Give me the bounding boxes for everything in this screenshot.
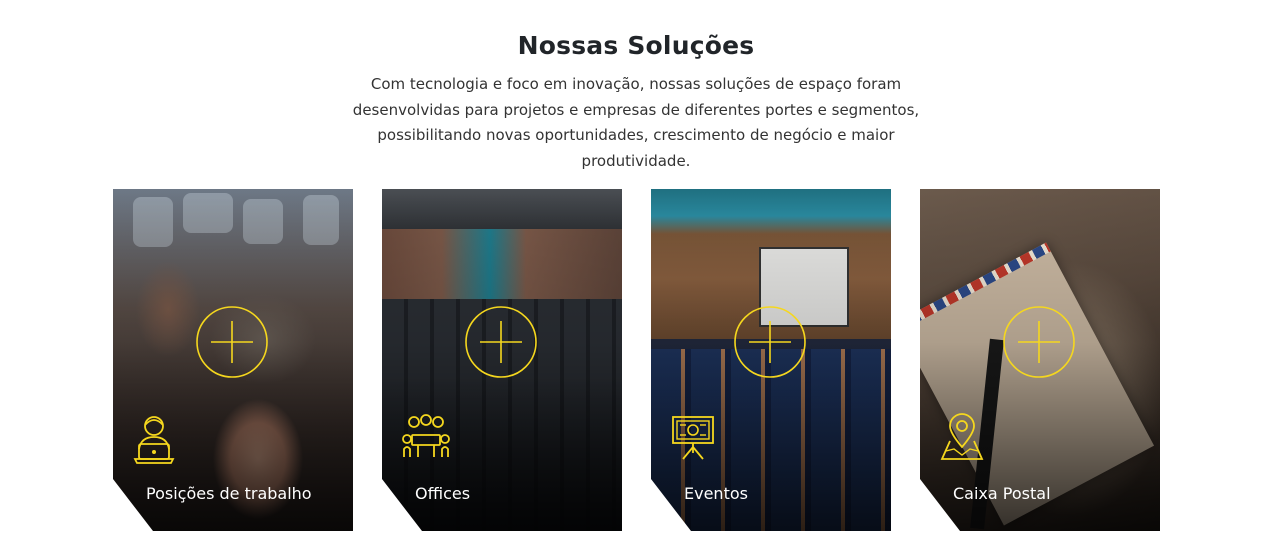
- team-meeting-icon: [402, 414, 450, 457]
- card-caixa-postal[interactable]: Caixa Postal: [920, 189, 1160, 531]
- card-label: Posições de trabalho: [146, 484, 312, 503]
- map-pin-icon: [940, 413, 984, 460]
- solutions-section: Nossas Soluções Com tecnologia e foco em…: [0, 0, 1272, 538]
- plus-circle-icon[interactable]: [1002, 305, 1076, 379]
- card-label: Caixa Postal: [953, 484, 1051, 503]
- card-label: Eventos: [684, 484, 748, 503]
- presentation-board-icon: [672, 416, 714, 460]
- section-title: Nossas Soluções: [517, 31, 755, 60]
- card-eventos[interactable]: Eventos: [651, 189, 891, 531]
- plus-circle-icon[interactable]: [733, 305, 807, 379]
- person-laptop-icon: [133, 416, 175, 464]
- section-description: Com tecnologia e foco em inovação, nossa…: [352, 75, 920, 170]
- card-posicoes-de-trabalho[interactable]: Posições de trabalho: [113, 189, 353, 531]
- card-label: Offices: [415, 484, 471, 503]
- plus-circle-icon[interactable]: [195, 305, 269, 379]
- plus-circle-icon[interactable]: [464, 305, 538, 379]
- card-offices[interactable]: Offices: [382, 189, 622, 531]
